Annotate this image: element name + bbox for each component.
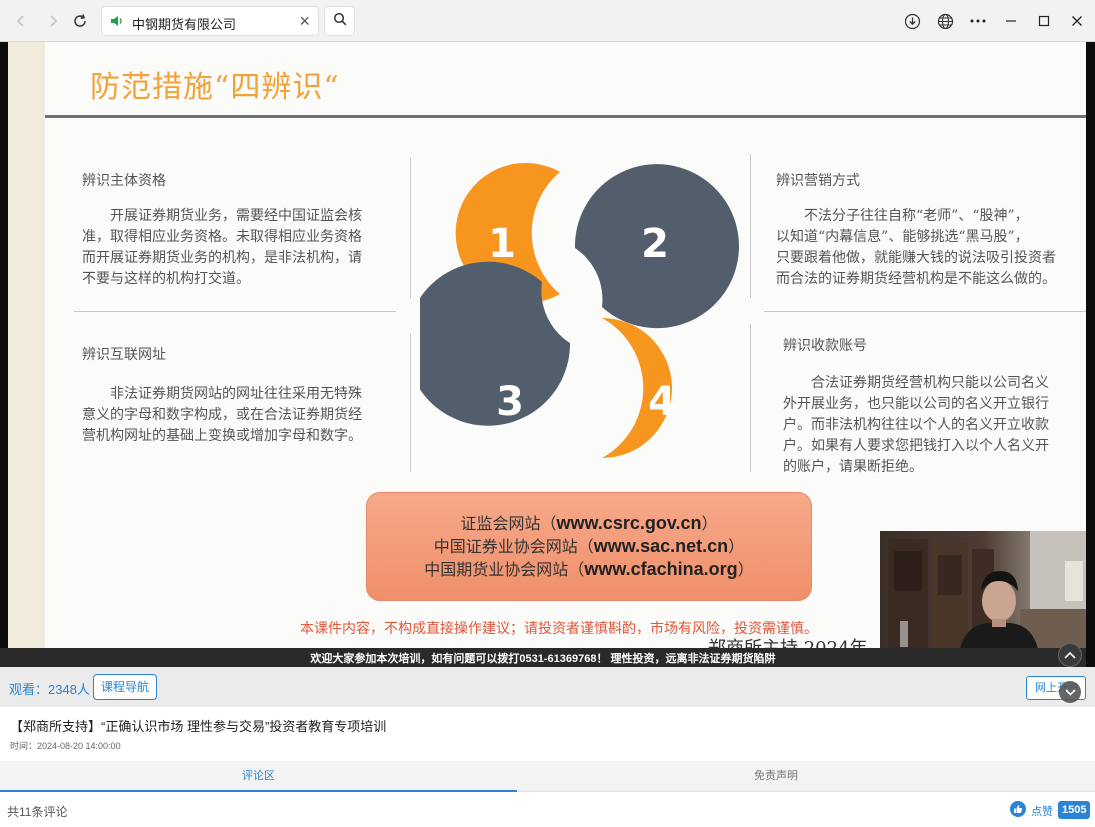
scrolling-notice: 欢迎大家参加本次培训，如有问题可以拨打0531-61369768！ 理性投资，远… bbox=[0, 648, 1086, 667]
slide-title: 防范措施“四辨识“ bbox=[90, 70, 340, 105]
divider bbox=[410, 158, 411, 298]
close-window-icon[interactable] bbox=[1064, 8, 1090, 34]
section-heading: 辨识主体资格 bbox=[82, 173, 166, 189]
video-player[interactable]: 防范措施“四辨识“ 辨识主体资格 开展证券期货业务，需要经中国证监会核 准，取得… bbox=[0, 42, 1095, 667]
divider bbox=[74, 311, 396, 312]
course-nav-button[interactable]: 课程导航 bbox=[93, 674, 158, 700]
maximize-icon[interactable] bbox=[1031, 8, 1057, 34]
section-heading: 辨识互联网址 bbox=[82, 347, 166, 363]
slide-footer-text: 郑商所主持 2024年 bbox=[708, 634, 868, 648]
slide-title-rule bbox=[45, 115, 1086, 118]
like-label[interactable]: 点赞 bbox=[1031, 803, 1053, 819]
address-bar[interactable]: 中钢期货有限公司 × bbox=[101, 6, 319, 36]
section-heading: 辨识营销方式 bbox=[776, 173, 860, 189]
petal-number-1: 1 bbox=[488, 221, 516, 267]
webcam-overlay[interactable] bbox=[880, 531, 1086, 649]
four-petal-graphic: 1 2 3 4 bbox=[420, 163, 739, 458]
tab-title: 中钢期货有限公司 bbox=[132, 17, 237, 32]
search-icon bbox=[333, 12, 347, 31]
petal-number-3: 3 bbox=[496, 379, 524, 425]
browser-toolbar: 中钢期货有限公司 × bbox=[0, 0, 1095, 42]
viewer-bar: 观看：2348人 课程导航 网上开户 bbox=[0, 667, 1095, 707]
divider bbox=[764, 311, 1086, 312]
forward-icon[interactable] bbox=[40, 8, 66, 34]
section-body: 非法证券期货网站的网址往往采用无特殊 意义的字母和数字构成，或在合法证券期货经 … bbox=[82, 386, 362, 444]
download-icon[interactable] bbox=[899, 8, 925, 34]
comments-bar: 共11条评论 点赞 1505 bbox=[0, 792, 1095, 827]
divider bbox=[750, 324, 751, 472]
tab-bar: 评论区 免责声明 bbox=[0, 761, 1095, 792]
globe-icon[interactable] bbox=[932, 8, 958, 34]
course-info: 【郑商所支持】“正确认识市场 理性参与交易”投资者教育专项培训 时间：2024-… bbox=[0, 707, 1095, 761]
section-body: 开展证券期货业务，需要经中国证监会核 准，取得相应业务资格。未取得相应业务资格 … bbox=[82, 208, 362, 287]
course-time: 时间：2024-08-20 14:00:00 bbox=[10, 741, 121, 751]
back-icon[interactable] bbox=[8, 8, 34, 34]
site-line: 中国证券业协会网站（www.sac.net.cn） bbox=[433, 536, 745, 556]
official-sites-box: 证监会网站（www.csrc.gov.cn） 中国证券业协会网站（www.sac… bbox=[366, 492, 812, 601]
chevron-up-icon[interactable] bbox=[1058, 643, 1082, 667]
comment-count: 共11条评论 bbox=[7, 805, 68, 819]
more-icon[interactable] bbox=[965, 8, 991, 34]
site-line: 证监会网站（www.csrc.gov.cn） bbox=[460, 513, 718, 533]
slide-left-bar bbox=[8, 42, 45, 648]
speaker-icon[interactable] bbox=[110, 14, 124, 33]
thumbs-up-icon[interactable] bbox=[1010, 801, 1026, 817]
divider bbox=[750, 154, 751, 298]
close-icon[interactable]: × bbox=[299, 11, 310, 32]
tab-comments[interactable]: 评论区 bbox=[0, 761, 517, 792]
like-count-badge: 1505 bbox=[1058, 801, 1091, 819]
petal-number-2: 2 bbox=[641, 221, 669, 267]
section-body: 合法证券期货经营机构只能以公司名义 外开展业务，也只能以公司的名义开立银行 户。… bbox=[783, 375, 1049, 475]
course-title: 【郑商所支持】“正确认识市场 理性参与交易”投资者教育专项培训 bbox=[10, 719, 387, 734]
divider bbox=[410, 334, 411, 472]
minimize-icon[interactable] bbox=[998, 8, 1024, 34]
search-button[interactable] bbox=[324, 6, 355, 36]
tab-disclaimer[interactable]: 免责声明 bbox=[517, 761, 1035, 792]
reload-icon[interactable] bbox=[67, 8, 93, 34]
petal-number-4: 4 bbox=[648, 379, 676, 425]
viewer-count: 观看：2348人 bbox=[9, 682, 90, 697]
site-line: 中国期货业协会网站（www.cfachina.org） bbox=[424, 559, 754, 579]
section-heading: 辨识收款账号 bbox=[783, 338, 867, 354]
chevron-down-icon[interactable] bbox=[1059, 681, 1081, 703]
section-body: 不法分子往往自称“老师”、“股神”， 以知道“内幕信息”、能够挑选“黑马股”， … bbox=[776, 208, 1056, 287]
